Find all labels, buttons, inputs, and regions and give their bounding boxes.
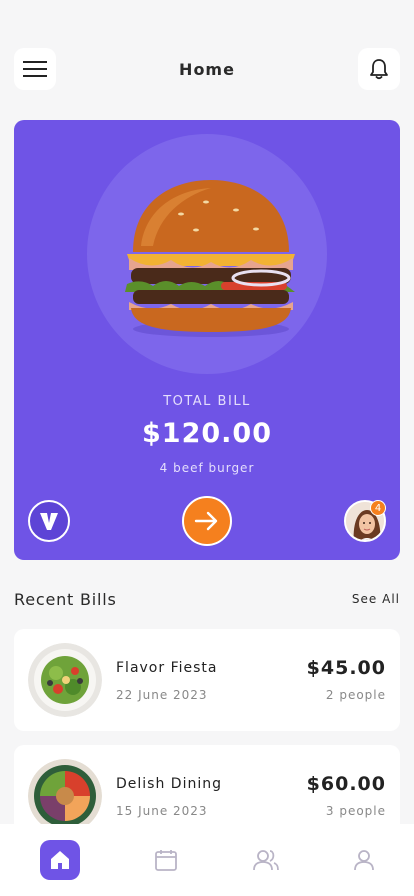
bowl-image: [28, 759, 102, 833]
salad-thumbnail: [28, 643, 102, 717]
notification-button[interactable]: [358, 48, 400, 90]
profile-icon: [354, 850, 374, 871]
tab-calendar[interactable]: [146, 840, 186, 880]
home-screen: Home TOTAL BILL $120.00 4 beef burger 4 …: [0, 0, 414, 896]
recent-bills-title: Recent Bills: [14, 590, 117, 609]
bill-people: 2 people: [325, 688, 386, 702]
bill-amount: $60.00: [306, 773, 386, 795]
bill-name: Delish Dining: [116, 776, 222, 792]
total-bill-amount: $120.00: [142, 418, 272, 449]
brand-logo[interactable]: [28, 500, 70, 542]
tab-profile[interactable]: [344, 840, 384, 880]
calendar-icon: [155, 850, 177, 871]
arrow-right-icon: [194, 511, 218, 531]
home-icon: [51, 851, 69, 869]
bill-people: 3 people: [325, 804, 386, 818]
tab-home[interactable]: [40, 840, 80, 880]
v-logo-icon: [40, 513, 58, 530]
see-all-link[interactable]: See All: [352, 592, 400, 606]
bill-amount: $45.00: [306, 657, 386, 679]
total-bill-card: TOTAL BILL $120.00 4 beef burger 4: [14, 120, 400, 560]
bill-date: 22 June 2023: [116, 688, 208, 702]
bill-name: Flavor Fiesta: [116, 660, 218, 676]
recent-bills-header: Recent Bills See All: [14, 590, 400, 610]
burger-image: [125, 180, 295, 337]
total-bill-subtitle: 4 beef burger: [159, 461, 255, 475]
salad-image: [28, 643, 102, 717]
total-bill-label: TOTAL BILL: [163, 394, 251, 409]
tab-groups[interactable]: [246, 840, 286, 880]
page-title: Home: [179, 60, 235, 79]
bowl-thumbnail: [28, 759, 102, 833]
bill-card[interactable]: Flavor Fiesta 22 June 2023 $45.00 2 peop…: [14, 629, 400, 731]
bill-date: 15 June 2023: [116, 804, 208, 818]
top-bar: Home: [14, 48, 400, 90]
users-icon: [253, 850, 279, 871]
proceed-button[interactable]: [182, 496, 232, 546]
avatar-badge: 4: [370, 500, 386, 516]
bell-icon: [370, 59, 388, 80]
bottom-tab-bar: [0, 824, 414, 896]
